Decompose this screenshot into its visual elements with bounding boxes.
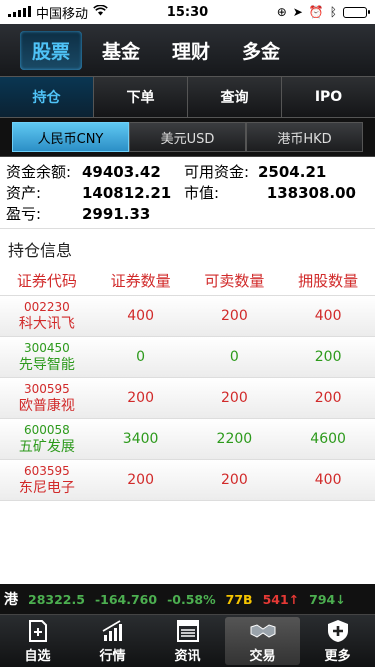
ticker-up-count: 541	[262, 591, 289, 607]
tabbar-news[interactable]: 资讯	[150, 615, 225, 667]
table-row[interactable]: 300595 欧普康视 200 200 200	[0, 377, 375, 418]
battery-icon	[343, 6, 370, 18]
shield-plus-icon	[327, 619, 348, 642]
table-row[interactable]: 002230 科大讯飞 400 200 400	[0, 295, 375, 336]
tab-funds[interactable]: 基金	[90, 31, 152, 70]
ticker-index: 28322.5	[28, 591, 85, 607]
stock-name: 五矿发展	[18, 439, 75, 455]
handshake-icon	[250, 623, 275, 638]
tabbar-trade[interactable]: 交易	[225, 617, 300, 665]
tab-hkd[interactable]: 港币HKD	[246, 122, 363, 152]
sellable-cell: 200	[221, 472, 248, 488]
status-bar: 中国移动 15:30 ⊕ ➤ ⏰ ᛒ	[0, 0, 375, 24]
tabbar-label: 资讯	[174, 648, 201, 664]
sub-nav: 持仓 下单 查询 IPO	[0, 76, 375, 118]
tab-usd[interactable]: 美元USD	[129, 122, 246, 152]
quantity-cell: 200	[127, 472, 154, 488]
owned-cell: 400	[314, 472, 342, 488]
down-arrow-icon: ↓	[335, 591, 346, 607]
market-ticker[interactable]: 港 28322.5 -164.760 -0.58% 77B 541↑ 794↓	[0, 584, 375, 614]
holdings-title: 持仓信息	[8, 241, 73, 260]
tabbar-label: 自选	[24, 648, 51, 664]
market-value: 138308.00	[266, 183, 356, 202]
ticker-change-pct: -0.58%	[167, 591, 216, 607]
available-label: 可用资金:	[184, 163, 250, 181]
tab-stocks[interactable]: 股票	[20, 30, 83, 70]
currency-tabs: 人民币CNY 美元USD 港币HKD	[0, 118, 375, 157]
ticker-down-count: 794	[309, 591, 336, 607]
stock-name: 先导智能	[18, 357, 75, 373]
alarm-icon: ⏰	[308, 5, 324, 19]
bluetooth-icon: ᛒ	[329, 5, 337, 19]
pnl-label: 盈亏:	[6, 205, 42, 223]
account-summary: 资金余额: 49403.42 可用资金: 2504.21 资产: 140812.21 …	[0, 157, 375, 229]
stock-name: 科大讯飞	[18, 316, 75, 332]
bottom-tab-bar: 自选 行情 资讯 交易 更多	[0, 614, 375, 667]
watchlist-icon	[28, 619, 47, 642]
header-code[interactable]: 证券代码	[0, 270, 94, 291]
owned-cell: 200	[314, 390, 342, 406]
market-value-label: 市值:	[184, 184, 220, 202]
table-end-divider	[0, 500, 375, 501]
stock-code: 603595	[23, 464, 70, 478]
tab-wealth[interactable]: 理财	[160, 31, 222, 70]
news-icon	[176, 619, 199, 642]
up-arrow-icon: ↑	[288, 591, 300, 607]
ticker-market: 港	[4, 592, 18, 608]
assets-label: 资产:	[6, 184, 42, 202]
table-row[interactable]: 300450 先导智能 0 0 200	[0, 336, 375, 377]
sellable-cell: 200	[221, 390, 248, 406]
tab-query[interactable]: 查询	[188, 77, 282, 117]
ticker-change: -164.760	[94, 591, 158, 607]
quantity-cell: 3400	[122, 431, 159, 447]
header-sellable[interactable]: 可卖数量	[188, 270, 282, 291]
header-owned[interactable]: 拥股数量	[281, 270, 375, 291]
tab-multi-currency[interactable]: 多金	[230, 31, 292, 70]
sellable-cell: 0	[229, 349, 239, 365]
owned-cell: 200	[314, 349, 342, 365]
table-row[interactable]: 600058 五矿发展 3400 2200 4600	[0, 418, 375, 459]
tab-positions[interactable]: 持仓	[0, 77, 94, 117]
table-row[interactable]: 603595 东尼电子 200 200 400	[0, 459, 375, 500]
tab-order[interactable]: 下单	[94, 77, 188, 117]
pnl-value: 2991.33	[82, 204, 151, 223]
sellable-cell: 2200	[216, 431, 253, 447]
balance-value: 49403.42	[82, 162, 161, 181]
quantity-cell: 400	[127, 308, 154, 324]
top-nav: 股票 基金 理财 多金	[0, 24, 375, 76]
tabbar-watchlist[interactable]: 自选	[0, 615, 75, 667]
tabbar-label: 交易	[249, 648, 276, 664]
table-header: 证券代码 证券数量 可卖数量 拥股数量	[0, 265, 375, 295]
available-value: 2504.21	[258, 162, 327, 181]
balance-label: 资金余额:	[6, 163, 72, 181]
rotation-lock-icon: ⊕	[276, 5, 287, 19]
owned-cell: 4600	[310, 431, 346, 447]
quantity-cell: 200	[127, 390, 154, 406]
stock-code: 300595	[23, 382, 70, 396]
tab-cny[interactable]: 人民币CNY	[12, 122, 129, 152]
ticker-volume: 77B	[225, 591, 253, 607]
assets-value: 140812.21	[82, 183, 172, 202]
wifi-icon	[93, 4, 108, 20]
market-chart-icon	[102, 619, 122, 641]
signal-icon	[8, 6, 31, 17]
tabbar-label: 行情	[99, 648, 126, 664]
header-quantity[interactable]: 证券数量	[94, 270, 188, 291]
tabbar-label: 更多	[324, 648, 351, 664]
stock-code: 002230	[23, 300, 70, 314]
sellable-cell: 200	[221, 308, 248, 324]
owned-cell: 400	[314, 308, 342, 324]
tab-ipo[interactable]: IPO	[282, 77, 375, 117]
stock-name: 欧普康视	[18, 398, 75, 414]
carrier-name: 中国移动	[36, 6, 89, 22]
tabbar-more[interactable]: 更多	[300, 615, 375, 667]
stock-code: 300450	[23, 341, 70, 355]
stock-name: 东尼电子	[18, 480, 75, 496]
location-icon: ➤	[292, 5, 303, 19]
stock-code: 600058	[23, 423, 70, 437]
tabbar-market[interactable]: 行情	[75, 615, 150, 667]
quantity-cell: 0	[136, 349, 146, 365]
